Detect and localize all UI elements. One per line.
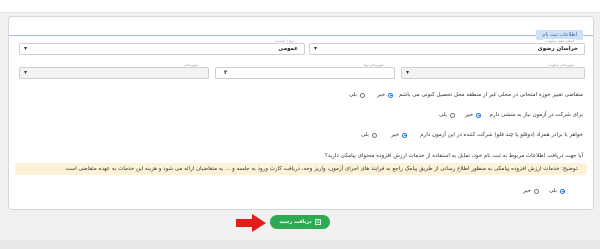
- field4-label: شهرستان: [181, 63, 200, 67]
- gender-type-value: عمومی: [278, 46, 298, 52]
- field2-select[interactable]: شهرستان تولد ۲: [215, 63, 395, 79]
- option-yes-q2[interactable]: بلی: [439, 112, 455, 118]
- gender-type-label: نوع / جنسیت: [272, 39, 296, 43]
- question-exam-area: متقاضی تغییر حوزه امتحانی در محلی غیر از…: [398, 92, 583, 98]
- province-value: خراسان رضوی: [537, 46, 578, 52]
- radio[interactable]: [359, 92, 365, 98]
- option-no-q2[interactable]: خیر: [465, 112, 482, 118]
- field3-label: شهرستان سکونت: [545, 63, 576, 67]
- registration-card: اطلاعات ثبت نام استان محل سکونت خراسان ر…: [8, 16, 594, 210]
- chevron-down-icon: ▾: [24, 45, 28, 52]
- field3-select[interactable]: شهرستان سکونت ▾: [401, 63, 585, 79]
- option-label: بلی: [361, 132, 369, 138]
- option-yes-q3[interactable]: بلی: [361, 132, 377, 138]
- question-twins: خواهر یا برادر همزاد (دوقلو یا چند قلو) …: [420, 132, 583, 138]
- submit-receipt-button[interactable]: دریافت رسید: [270, 215, 330, 229]
- bottom-strip: [0, 240, 600, 249]
- option-label: خیر: [465, 112, 474, 118]
- option-label: بلی: [549, 188, 557, 194]
- red-arrow-icon: [236, 214, 266, 232]
- radio-selected[interactable]: [402, 132, 408, 138]
- option-label: بلی: [349, 92, 357, 98]
- option-label: خیر: [377, 92, 386, 98]
- option-label: بلی: [439, 112, 447, 118]
- radio[interactable]: [449, 112, 455, 118]
- submit-label: دریافت رسید: [279, 219, 312, 225]
- province-select[interactable]: استان محل سکونت خراسان رضوی ▾: [309, 39, 585, 55]
- question-sms-service: آیا جهت دریافت اطلاعات مربوط به ثبت نام …: [324, 153, 583, 159]
- receipt-icon: [314, 219, 321, 225]
- option-yes-q1[interactable]: بلی: [349, 92, 365, 98]
- top-strip-text: ...: [14, 2, 18, 7]
- option-no-q3[interactable]: خیر: [391, 132, 408, 138]
- chevron-down-icon: ▾: [406, 69, 410, 76]
- chevron-down-icon: ▾: [24, 69, 28, 76]
- option-no-q1[interactable]: خیر: [377, 92, 394, 98]
- option-yes-q4[interactable]: بلی: [549, 188, 565, 194]
- radio[interactable]: [371, 132, 377, 138]
- radio-selected[interactable]: [388, 92, 394, 98]
- field2-value: ۲: [224, 70, 228, 76]
- option-no-q4[interactable]: خیر: [523, 188, 540, 194]
- sms-service-note: توضیح: خدمات ارزش افزوده پیامکی به منظور…: [15, 163, 587, 175]
- radio[interactable]: [534, 188, 540, 194]
- option-label: خیر: [523, 188, 532, 194]
- field4-select[interactable]: شهرستان ▾: [19, 63, 209, 79]
- radio-selected[interactable]: [476, 112, 482, 118]
- radio-selected[interactable]: [559, 188, 565, 194]
- top-strip: ...: [0, 0, 600, 13]
- field2-label: شهرستان تولد: [361, 63, 386, 67]
- chevron-down-icon: ▾: [314, 45, 318, 52]
- question-scribe: برای شرکت در آزمون نیاز به منشی دارم: [489, 112, 583, 118]
- gender-type-select[interactable]: نوع / جنسیت عمومی ▾: [19, 39, 305, 55]
- province-label: استان محل سکونت: [543, 39, 576, 43]
- option-label: خیر: [391, 132, 400, 138]
- section-divider: [9, 35, 593, 36]
